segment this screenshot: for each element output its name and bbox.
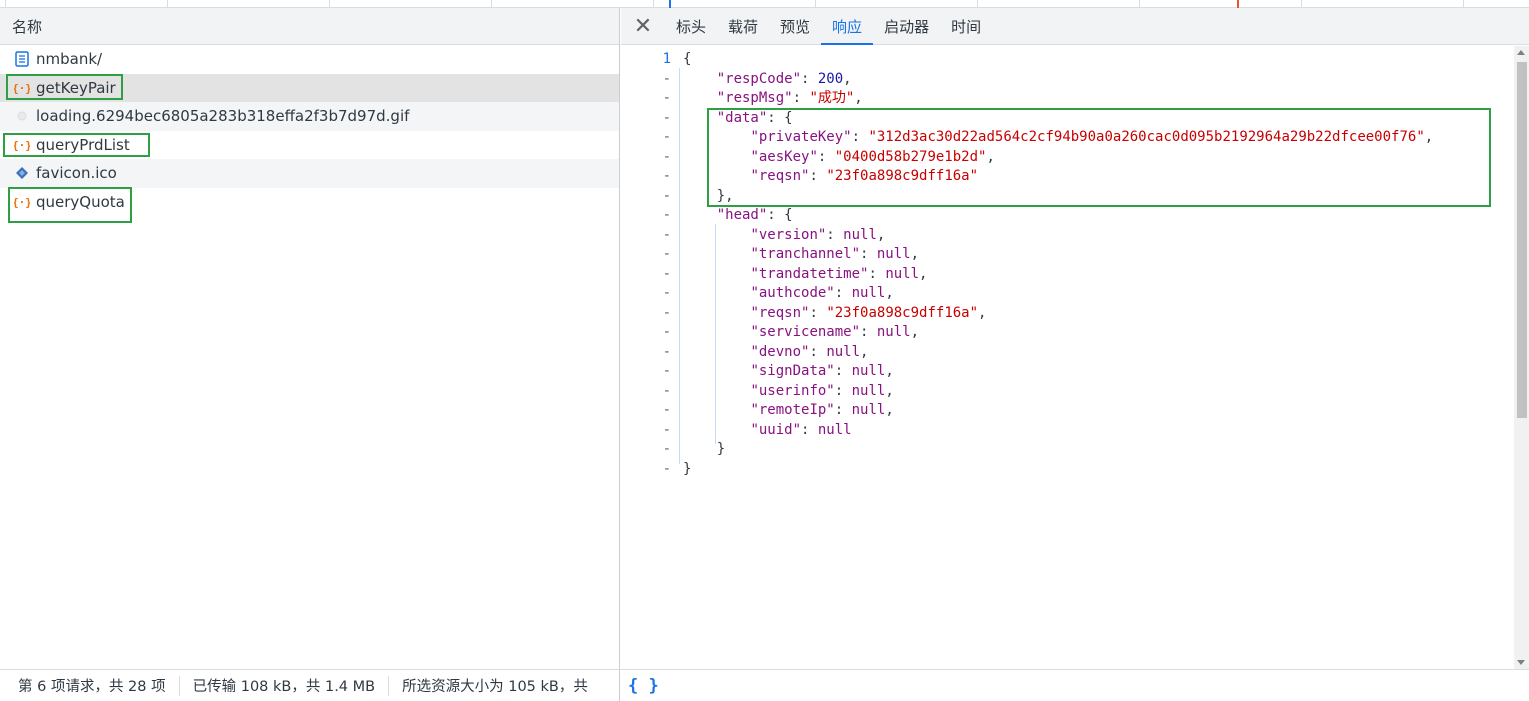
- fetch-icon: {·}: [14, 137, 30, 153]
- image-icon: [14, 108, 30, 124]
- close-icon[interactable]: ✕: [621, 8, 665, 44]
- request-row-favicon[interactable]: favicon.ico: [0, 159, 619, 188]
- response-json-viewer[interactable]: 1{ - "respCode": 200, - "respMsg": "成功",…: [621, 46, 1514, 669]
- name-column-header[interactable]: 名称: [0, 8, 619, 45]
- request-name: getKeyPair: [36, 78, 116, 97]
- request-name: loading.6294bec6805a283b318effa2f3b7d97d…: [36, 107, 410, 126]
- request-list-pane: 名称 nmbank/ {·} getKeyPair loading.6294be…: [0, 8, 620, 669]
- svg-text:{·}: {·}: [14, 196, 30, 209]
- status-bar: 第 6 项请求，共 28 项 已传输 108 kB，共 1.4 MB 所选资源大…: [0, 669, 1529, 701]
- detail-tabbar: ✕ 标头 载荷 预览 响应 启动器 时间: [621, 8, 1529, 45]
- request-name: nmbank/: [36, 50, 103, 69]
- tab-timing[interactable]: 时间: [940, 8, 992, 44]
- tab-response[interactable]: 响应: [821, 8, 874, 45]
- fetch-icon: {·}: [14, 80, 30, 96]
- request-name: queryQuota: [36, 192, 125, 211]
- scroll-thumb[interactable]: [1517, 62, 1527, 418]
- tab-headers[interactable]: 标头: [665, 8, 717, 44]
- request-detail-pane: ✕ 标头 载荷 预览 响应 启动器 时间 1{ - "respCode": 20…: [621, 8, 1529, 669]
- scroll-up-icon[interactable]: [1517, 50, 1525, 55]
- status-request-count: 第 6 项请求，共 28 项: [0, 675, 180, 696]
- request-row-loading-gif[interactable]: loading.6294bec6805a283b318effa2f3b7d97d…: [0, 102, 619, 131]
- request-row-getkeypair[interactable]: {·} getKeyPair: [0, 73, 619, 102]
- tab-payload[interactable]: 载荷: [717, 8, 769, 44]
- vertical-scrollbar[interactable]: [1514, 46, 1529, 669]
- document-icon: [14, 51, 30, 67]
- pretty-print-button[interactable]: { }: [628, 676, 659, 696]
- tab-initiator[interactable]: 启动器: [873, 8, 940, 44]
- status-summary: 第 6 项请求，共 28 项 已传输 108 kB，共 1.4 MB 所选资源大…: [0, 669, 620, 701]
- request-row-nmbank[interactable]: nmbank/: [0, 45, 619, 74]
- svg-text:{·}: {·}: [14, 139, 30, 152]
- fetch-icon: {·}: [14, 194, 30, 210]
- tab-preview[interactable]: 预览: [769, 8, 821, 44]
- svg-text:{·}: {·}: [14, 82, 30, 95]
- status-resources: 所选资源大小为 105 kB，共: [402, 679, 588, 695]
- request-name: favicon.ico: [36, 164, 117, 183]
- network-timeline-strip[interactable]: [0, 0, 1529, 8]
- request-row-queryprdlist[interactable]: {·} queryPrdList: [0, 131, 619, 160]
- status-transferred: 已传输 108 kB，共 1.4 MB: [180, 675, 390, 696]
- highlight-box-data: [707, 108, 1491, 207]
- request-name: queryPrdList: [36, 135, 130, 154]
- favicon-icon: [14, 165, 30, 181]
- request-row-queryquota[interactable]: {·} queryQuota: [0, 188, 619, 217]
- scroll-down-icon[interactable]: [1517, 660, 1525, 665]
